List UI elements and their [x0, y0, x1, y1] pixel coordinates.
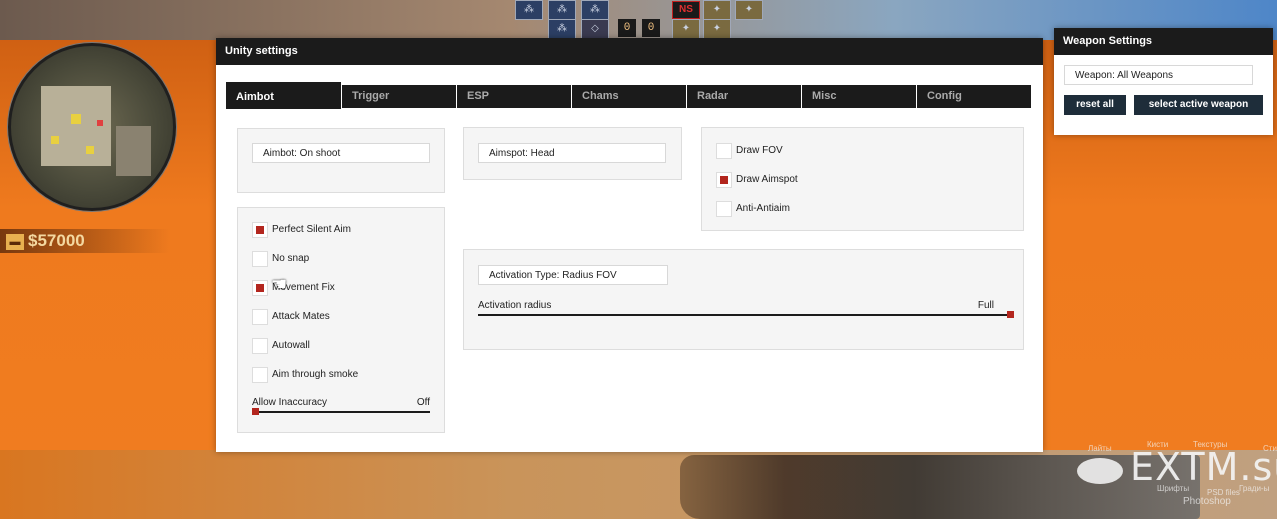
activation-group: Activation Type: Radius FOV Activation r…: [463, 249, 1024, 350]
rank-icon: ✦: [703, 0, 731, 20]
allow-inaccuracy-slider[interactable]: Allow Inaccuracy Off: [252, 397, 430, 415]
select-active-weapon-button[interactable]: select active weapon: [1134, 95, 1263, 115]
aimspot-group: Aimspot: Head: [463, 127, 682, 180]
slider-label: Allow Inaccuracy: [252, 397, 328, 408]
tab-esp[interactable]: ESP: [457, 85, 572, 108]
checkbox-box[interactable]: [252, 367, 268, 383]
checkbox-box[interactable]: [252, 309, 268, 325]
checkbox-box[interactable]: [252, 338, 268, 354]
checkbox-label: Draw Aimspot: [736, 174, 798, 185]
checkbox-box[interactable]: [252, 222, 268, 238]
checkbox-label: Attack Mates: [272, 311, 330, 322]
player-icon: ◇: [581, 19, 609, 39]
player-icon: ⁂: [581, 0, 609, 20]
tab-aimbot[interactable]: Aimbot: [226, 82, 342, 109]
window-title: Weapon Settings: [1054, 28, 1273, 55]
rank-icon: ✦: [672, 19, 700, 39]
checkbox-box[interactable]: [716, 172, 732, 188]
money-value: $57000: [28, 231, 85, 250]
map-marker: [71, 114, 81, 124]
aimbot-mode-group: Aimbot: On shoot: [237, 128, 445, 193]
aimbot-mode-select[interactable]: Aimbot: On shoot: [252, 143, 430, 163]
checkbox-box[interactable]: [716, 201, 732, 217]
player-icon: ⁂: [548, 0, 576, 20]
player-icon: ⁂: [548, 19, 576, 39]
hand-cursor-icon: ☚: [271, 274, 288, 294]
activation-radius-slider[interactable]: Activation radius Full: [478, 300, 1014, 318]
checkbox-label: Anti-Antiaim: [736, 203, 790, 214]
map-marker: [51, 136, 59, 144]
money-display: ▬ $57000: [0, 229, 170, 253]
map-block: [41, 86, 111, 166]
tab-trigger[interactable]: Trigger: [342, 85, 457, 108]
tab-radar[interactable]: Radar: [687, 85, 802, 108]
score-ct: 0: [618, 19, 636, 37]
tab-bar: Aimbot Trigger ESP Chams Radar Misc Conf…: [226, 82, 1031, 109]
checkbox-label: Aim through smoke: [272, 369, 359, 380]
watermark-tag: Кисти: [1147, 440, 1169, 449]
slider-track[interactable]: [478, 314, 1014, 316]
watermark-tag: Photoshop: [1183, 496, 1231, 507]
weapon-settings-window: Weapon Settings Weapon: All Weapons rese…: [1054, 28, 1273, 135]
tab-chams[interactable]: Chams: [572, 85, 687, 108]
slider-handle[interactable]: [1007, 311, 1014, 318]
watermark-tag: Стили: [1263, 444, 1277, 453]
tab-config[interactable]: Config: [917, 85, 1031, 108]
checkbox-label: Autowall: [272, 340, 310, 351]
weapon-select[interactable]: Weapon: All Weapons: [1064, 65, 1253, 85]
window-title: Unity settings: [216, 38, 1043, 65]
watermark-tag: Гради-ы: [1239, 484, 1270, 493]
slider-handle[interactable]: [252, 408, 259, 415]
mouse-logo-icon: [1077, 458, 1123, 484]
radar-minimap: [8, 43, 176, 211]
reset-all-button[interactable]: reset all: [1064, 95, 1126, 115]
rank-icon: ✦: [735, 0, 763, 20]
unity-settings-window: Unity settings Aimbot Trigger ESP Chams …: [216, 38, 1043, 452]
player-icon: ⁂: [515, 0, 543, 20]
slider-track[interactable]: [252, 411, 430, 413]
cart-icon: ▬: [6, 233, 24, 250]
checkbox-label: Perfect Silent Aim: [272, 224, 351, 235]
checkbox-label: No snap: [272, 253, 310, 264]
scoreboard-hud: ⁂ ⁂ ⁂ ⁂ ◇ 0 0 NS ✦ ✦ ✦ ✦: [515, 0, 765, 39]
slider-label: Activation radius: [478, 300, 552, 311]
tab-misc[interactable]: Misc: [802, 85, 917, 108]
aimspot-select[interactable]: Aimspot: Head: [478, 143, 666, 163]
watermark-logo: EXTM.su: [1130, 445, 1277, 489]
map-marker: [86, 146, 94, 154]
aimbot-options-group: Perfect Silent Aim No snap Movement Fix …: [237, 207, 445, 433]
watermark: EXTM.su Лайты Кисти Текстуры Стили Шрифт…: [1075, 440, 1277, 515]
score-t: 0: [642, 19, 660, 37]
activation-type-select[interactable]: Activation Type: Radius FOV: [478, 265, 668, 285]
rank-icon: ✦: [703, 19, 731, 39]
watermark-tag: Текстуры: [1193, 440, 1228, 449]
map-block: [116, 126, 151, 176]
watermark-tag: Шрифты: [1157, 484, 1190, 493]
player-marker: [97, 120, 103, 126]
draw-options-group: Draw FOV Draw Aimspot Anti-Antiaim: [701, 127, 1024, 231]
watermark-tag: Лайты: [1088, 444, 1112, 453]
checkbox-label: Draw FOV: [736, 145, 783, 156]
checkbox-box[interactable]: [252, 280, 268, 296]
slider-value: Full: [977, 300, 994, 311]
checkbox-box[interactable]: [716, 143, 732, 159]
checkbox-box[interactable]: [252, 251, 268, 267]
slider-value: Off: [416, 397, 430, 408]
team-badge: NS: [672, 1, 700, 19]
